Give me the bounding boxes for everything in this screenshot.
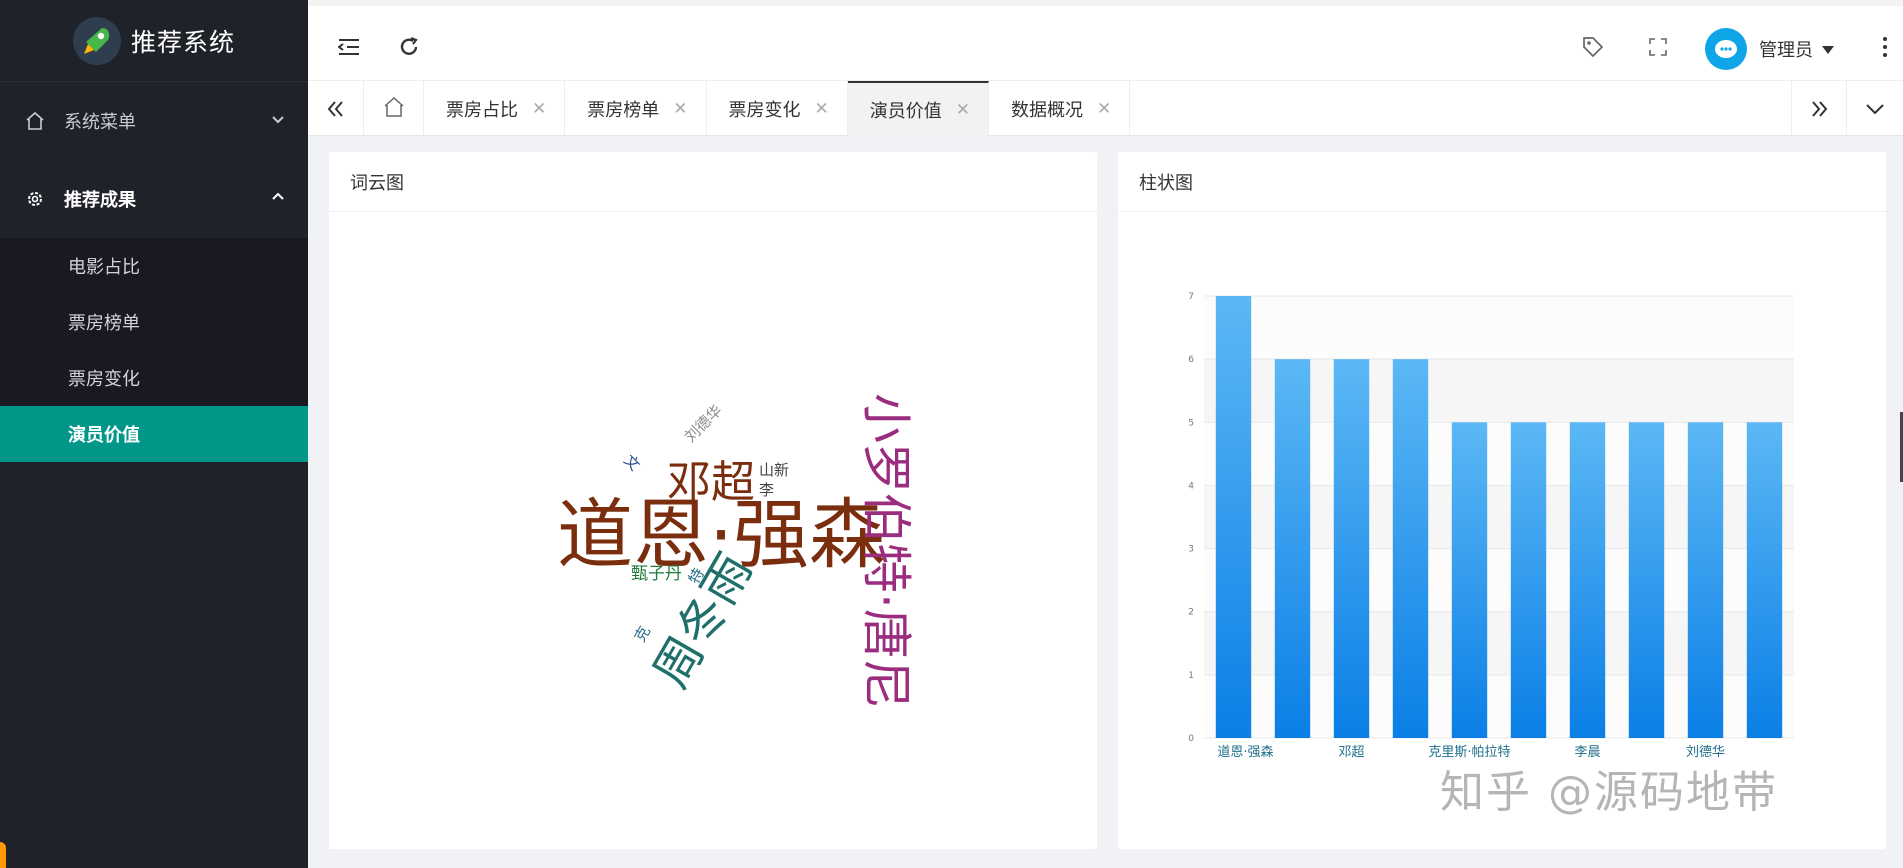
y-tick-label: 6 — [1188, 355, 1194, 365]
sidebar-item-box-office-change[interactable]: 票房变化 — [0, 350, 308, 406]
x-tick-label: 道恩·强森 — [1217, 745, 1273, 760]
sidebar: 推荐系统 系统菜单 推荐成果 电影占比 票房榜单 票房变化 演员价值 — [0, 0, 308, 868]
x-tick-label: 邓超 — [1338, 745, 1364, 760]
close-icon[interactable]: ✕ — [956, 100, 970, 120]
tab-box-office-change[interactable]: 票房变化 ✕ — [707, 81, 848, 136]
menu-fold-icon[interactable] — [332, 30, 366, 64]
tab-dropdown-icon[interactable] — [1847, 81, 1903, 136]
tab-home[interactable] — [364, 81, 424, 136]
card-title: 词云图 — [329, 152, 1097, 212]
tab-scroll-right-icon[interactable] — [1791, 81, 1847, 136]
logo[interactable]: 推荐系统 — [0, 0, 308, 82]
word-5: 刘德华 — [681, 401, 726, 446]
close-icon[interactable]: ✕ — [673, 99, 687, 119]
tab-label: 演员价值 — [869, 100, 942, 122]
fullscreen-icon[interactable] — [1641, 30, 1675, 64]
watermark-text: 知乎 @源码地带 — [1440, 767, 1778, 818]
word-8: 文 — [620, 451, 643, 474]
y-tick-label: 0 — [1188, 734, 1194, 744]
bar[interactable] — [1451, 422, 1488, 738]
user-name: 管理员 — [1759, 40, 1813, 61]
tab-scroll-left-icon[interactable] — [308, 81, 364, 136]
bar[interactable] — [1628, 422, 1665, 738]
tab-label: 票房榜单 — [587, 99, 660, 121]
wordcloud-card: 词云图 道恩·强森 小罗伯特·唐尼 周冬雨 邓超 刘德华 甄子丹 山新 文 克 … — [329, 152, 1097, 849]
tag-icon[interactable] — [1576, 30, 1610, 64]
grid-band — [1204, 296, 1794, 360]
tab-data-overview[interactable]: 数据概况 ✕ — [989, 81, 1131, 136]
word-4: 邓超 — [667, 457, 755, 508]
bar-chart: 0 1 2 3 4 5 6 7 道恩·强森 邓超 克里斯·帕拉特 李晨 刘德华 — [1118, 213, 1886, 849]
rocket-icon — [72, 16, 121, 65]
bar[interactable] — [1274, 359, 1311, 738]
chevron-down-icon — [270, 111, 286, 132]
close-icon[interactable]: ✕ — [532, 99, 546, 119]
bar[interactable] — [1392, 359, 1429, 738]
sidebar-item-movie-share[interactable]: 电影占比 — [0, 238, 308, 294]
tab-bar: 票房占比 ✕ 票房榜单 ✕ 票房变化 ✕ 演员价值 ✕ 数据概况 ✕ — [308, 80, 1903, 136]
tab-box-office-rank[interactable]: 票房榜单 ✕ — [565, 81, 707, 136]
word-9: 克 — [631, 623, 654, 645]
refresh-icon[interactable] — [392, 30, 426, 64]
tab-box-office-share[interactable]: 票房占比 ✕ — [424, 81, 566, 136]
header: 管理员 — [308, 0, 1903, 80]
sidebar-item-box-office-rank[interactable]: 票房榜单 — [0, 294, 308, 350]
close-icon[interactable]: ✕ — [815, 99, 829, 119]
bar[interactable] — [1569, 422, 1606, 738]
menu-group-label: 推荐成果 — [64, 190, 136, 211]
tab-actor-value[interactable]: 演员价值 ✕ — [847, 81, 989, 136]
tab-label: 数据概况 — [1011, 99, 1083, 121]
close-icon[interactable]: ✕ — [1097, 99, 1111, 119]
y-tick-label: 2 — [1188, 608, 1194, 618]
bar[interactable] — [1687, 422, 1724, 738]
tab-label: 票房变化 — [728, 99, 801, 121]
tab-label: 票房占比 — [446, 99, 518, 121]
avatar — [1705, 28, 1747, 70]
more-icon[interactable] — [1868, 30, 1902, 64]
home-icon — [24, 110, 46, 132]
menu-group-results[interactable]: 推荐成果 — [0, 160, 308, 238]
word-6: 甄子丹 — [631, 564, 682, 584]
bar[interactable] — [1215, 296, 1252, 738]
y-tick-label: 5 — [1188, 418, 1194, 428]
chevron-up-icon — [270, 189, 286, 210]
bar-chart-svg: 01234567道恩·强森 邓超 克里斯·帕拉特 李晨 刘德华 — [1188, 292, 1794, 760]
barchart-card: 柱状图 0 1 2 3 4 5 6 7 道恩·强森 邓超 克里斯·帕拉特 李晨 刘德华 — [1118, 152, 1886, 849]
tab-spacer — [1130, 81, 1791, 135]
bar[interactable] — [1746, 422, 1783, 738]
word-7: 山新 — [759, 461, 789, 479]
bar[interactable] — [1333, 359, 1370, 738]
y-tick-label: 1 — [1188, 671, 1194, 681]
user-menu[interactable]: 管理员 — [1705, 28, 1835, 70]
edge-marker — [0, 842, 6, 868]
card-title: 柱状图 — [1118, 152, 1886, 212]
caret-down-icon — [1821, 39, 1835, 60]
app-title: 推荐系统 — [130, 27, 235, 57]
submenu: 电影占比 票房榜单 票房变化 演员价值 — [0, 238, 308, 462]
menu-group-system[interactable]: 系统菜单 — [0, 82, 308, 160]
word-11: 李 — [759, 481, 774, 499]
y-tick-label: 7 — [1188, 292, 1194, 302]
wordcloud: 道恩·强森 小罗伯特·唐尼 周冬雨 邓超 刘德华 甄子丹 山新 文 克 特 李 — [329, 213, 1097, 849]
menu-group-label: 系统菜单 — [64, 112, 136, 133]
word-2: 小罗伯特·唐尼 — [857, 393, 915, 709]
home-icon — [383, 96, 405, 122]
gear-icon — [24, 188, 46, 210]
bar[interactable] — [1510, 422, 1547, 738]
sidebar-item-actor-value[interactable]: 演员价值 — [0, 406, 308, 462]
y-tick-label: 4 — [1188, 481, 1194, 491]
y-tick-label: 3 — [1188, 545, 1194, 555]
